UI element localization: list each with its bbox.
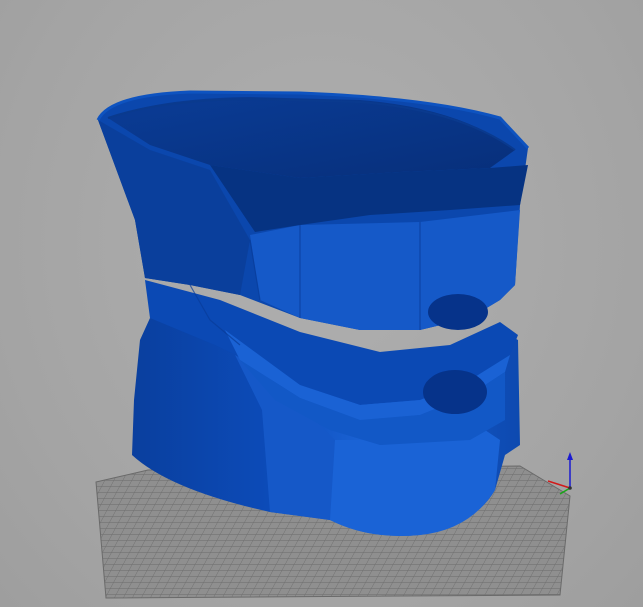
z-axis-arrow-icon — [567, 452, 573, 460]
model-lower-dent — [423, 370, 487, 414]
3d-viewport[interactable] — [0, 0, 643, 607]
3d-model-mesh[interactable] — [96, 90, 530, 536]
model-upper-dent — [428, 294, 488, 330]
3d-scene[interactable] — [0, 0, 643, 607]
axes-origin-icon — [568, 486, 572, 490]
